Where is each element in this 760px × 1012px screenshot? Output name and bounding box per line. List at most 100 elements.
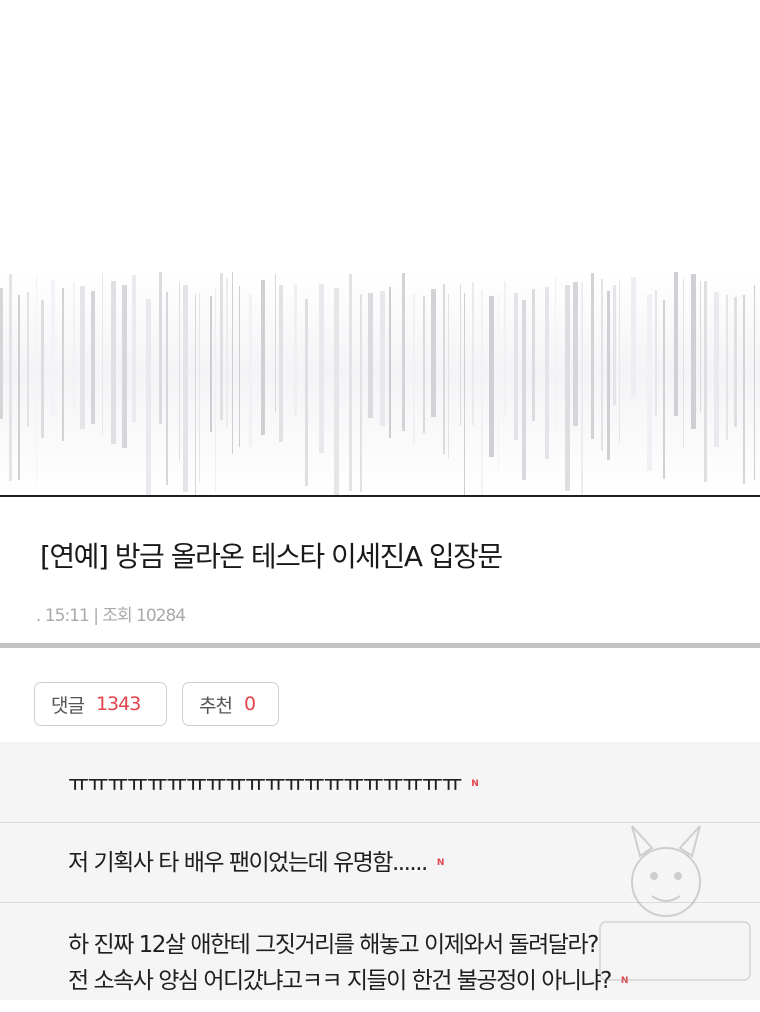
speed-line	[514, 293, 518, 440]
speed-line	[305, 299, 308, 486]
speed-line	[663, 300, 665, 479]
speed-line	[380, 291, 385, 426]
speed-line	[275, 274, 276, 412]
speed-line	[249, 294, 252, 447]
speed-line	[239, 286, 240, 447]
speed-line	[464, 293, 465, 496]
comment-line: 하 진짜 12살 애한테 그짓거리를 해놓고 이제와서 돌려달라?	[68, 932, 599, 958]
recommend-count: 0	[243, 693, 256, 715]
speed-line	[619, 281, 620, 444]
views-label: 조회	[102, 606, 132, 626]
speed-line	[443, 284, 445, 454]
speed-line	[674, 272, 678, 416]
speed-line	[683, 279, 684, 448]
speed-line	[448, 294, 449, 459]
speed-line	[613, 285, 616, 405]
speed-line	[504, 281, 506, 416]
speed-line	[166, 292, 168, 485]
speed-line	[743, 295, 745, 484]
speed-line	[734, 297, 737, 427]
speed-line	[41, 300, 44, 438]
speed-line	[532, 289, 535, 421]
speed-line	[179, 282, 180, 460]
speed-line	[220, 273, 223, 420]
recommend-button[interactable]: 추천 0	[182, 682, 279, 726]
speed-line	[472, 282, 474, 425]
comment-line: 저 기획사 타 배우 팬이었는데 유명함......	[68, 850, 428, 876]
comment-text: 하 진짜 12살 애한테 그짓거리를 해놓고 이제와서 돌려달라? 전 소속사 …	[68, 927, 628, 999]
comments-button[interactable]: 댓글 1343	[34, 682, 167, 726]
speed-line	[195, 295, 196, 496]
speed-line	[413, 294, 415, 444]
speed-line	[545, 287, 549, 459]
speed-line	[334, 288, 339, 496]
speed-line	[18, 295, 20, 480]
speed-line	[319, 284, 324, 453]
speed-line	[122, 285, 127, 448]
speed-line	[726, 295, 728, 440]
speed-line	[555, 276, 556, 433]
new-badge: N	[436, 858, 445, 868]
speed-line	[601, 279, 603, 451]
comment-text: ㅠㅠㅠㅠㅠㅠㅠㅠㅠㅠㅠㅠㅠㅠㅠㅠㅠㅠㅠㅠ N	[68, 766, 479, 802]
speed-line	[0, 288, 3, 419]
post-actions: 댓글 1343 추천 0	[0, 648, 760, 742]
comments-label: 댓글	[51, 694, 85, 717]
post-time: . 15:11	[36, 606, 90, 626]
speed-line	[210, 296, 212, 432]
speed-line	[73, 282, 75, 409]
speed-line	[226, 278, 228, 427]
speed-line	[460, 284, 461, 426]
speed-line	[36, 273, 37, 486]
speed-line	[431, 289, 436, 417]
speed-line	[700, 281, 701, 412]
comment-item[interactable]: ㅠㅠㅠㅠㅠㅠㅠㅠㅠㅠㅠㅠㅠㅠㅠㅠㅠㅠㅠㅠ N	[0, 742, 760, 822]
speed-line	[349, 274, 352, 491]
speed-line	[655, 290, 657, 416]
post-header: [연예] 방금 올라온 테스타 이세진A 입장문 . 15:11 | 조회 10…	[0, 497, 760, 644]
speed-line	[647, 294, 652, 471]
speed-line	[607, 291, 610, 460]
speed-line	[368, 293, 373, 418]
speed-line	[279, 285, 283, 442]
speed-line	[522, 300, 526, 480]
speed-line	[389, 287, 391, 438]
speed-line	[714, 292, 719, 447]
speed-line	[423, 296, 425, 433]
new-badge: N	[620, 976, 629, 986]
speed-line	[498, 293, 499, 471]
speed-line	[102, 273, 103, 434]
speed-line	[261, 280, 265, 435]
speed-line	[27, 292, 29, 427]
speed-line	[294, 284, 297, 416]
speed-line	[9, 274, 12, 481]
speed-line	[146, 299, 151, 496]
post-meta: . 15:11 | 조회 10284	[36, 601, 186, 626]
speed-line	[215, 288, 216, 491]
speed-line	[754, 285, 755, 480]
comments-count: 1343	[95, 693, 141, 715]
comment-text: 저 기획사 타 배우 팬이었는데 유명함...... N	[68, 845, 444, 881]
comment-list: ㅠㅠㅠㅠㅠㅠㅠㅠㅠㅠㅠㅠㅠㅠㅠㅠㅠㅠㅠㅠ N 저 기획사 타 배우 팬이었는데 유…	[0, 742, 760, 1000]
comment-line: 전 소속사 양심 어디갔냐고ㅋㅋ 지들이 한건 불공정이 아니냐?	[68, 968, 612, 994]
speed-line	[573, 282, 578, 426]
speed-line	[51, 280, 55, 417]
speed-line	[132, 275, 136, 422]
speed-line	[481, 290, 483, 496]
comment-line: ㅠㅠㅠㅠㅠㅠㅠㅠㅠㅠㅠㅠㅠㅠㅠㅠㅠㅠㅠㅠ	[68, 771, 463, 797]
speed-line	[591, 273, 594, 439]
new-badge: N	[471, 779, 479, 789]
speed-line	[631, 277, 636, 397]
speed-line	[581, 282, 583, 496]
blank-panel	[0, 0, 760, 272]
comment-item[interactable]: 하 진짜 12살 애한테 그짓거리를 해놓고 이제와서 돌려달라? 전 소속사 …	[0, 902, 760, 1012]
speed-line	[232, 272, 233, 454]
meta-separator: |	[93, 606, 99, 626]
post-title: [연예] 방금 올라온 테스타 이세진A 입장문	[40, 540, 503, 573]
speed-line	[62, 288, 64, 441]
speed-lines-illustration	[0, 272, 760, 496]
speed-line	[691, 274, 696, 429]
comment-item[interactable]: 저 기획사 타 배우 팬이었는데 유명함...... N	[0, 822, 760, 902]
speed-line	[111, 281, 116, 444]
speed-line	[489, 296, 494, 457]
